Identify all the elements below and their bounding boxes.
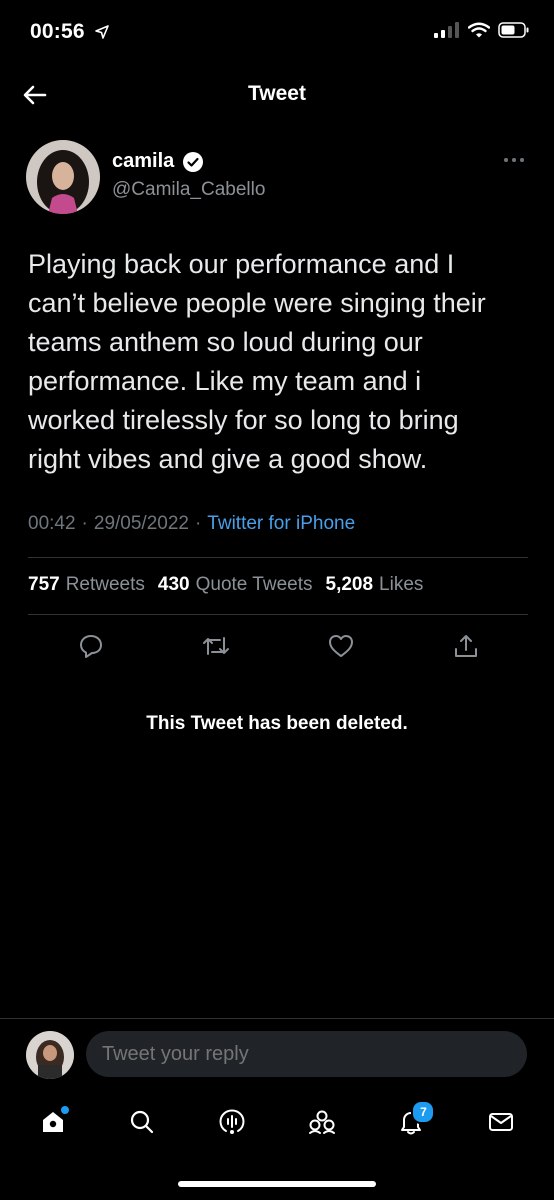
likes-count: 5,208 [325,574,374,595]
search-icon [131,1110,154,1134]
tab-spaces[interactable] [214,1104,250,1140]
author-avatar[interactable] [26,140,100,214]
tweet-source-link[interactable]: Twitter for iPhone [207,513,355,535]
like-icon [328,635,353,657]
likes-label: Likes [379,574,424,595]
reply-icon [79,635,102,658]
like-button[interactable] [326,631,356,661]
status-time-text: 00:56 [30,20,85,43]
share-button[interactable] [451,631,481,661]
communities-icon [308,1110,335,1134]
tweet-meta: 00:42 · 29/05/2022 · Twitter for iPhone [28,513,355,535]
page-title: Tweet [248,82,306,105]
retweets-count: 757 [28,574,60,595]
tweet-time: 00:42 [28,513,76,534]
home-unread-dot [60,1106,69,1114]
tweet-stats: 757 Retweets 430 Quote Tweets 5,208 Likes [28,574,423,596]
author-name[interactable]: camila [112,150,174,173]
divider [28,614,528,615]
user-avatar[interactable] [26,1031,74,1079]
tab-notifications[interactable]: 7 [393,1100,436,1140]
signal-icon [434,22,459,38]
tweet-date: 29/05/2022 [93,513,189,534]
messages-icon [489,1113,514,1131]
tab-messages[interactable] [483,1104,519,1140]
meta-separator: · [194,513,202,534]
retweets-label: Retweets [65,574,145,595]
status-bar-icons [434,22,530,38]
verified-badge-icon [183,151,204,172]
quotes-count: 430 [157,574,190,595]
tab-communities[interactable] [304,1104,340,1140]
quotes-stat[interactable]: 430 Quote Tweets [158,574,313,596]
divider [28,557,528,558]
meta-separator: · [81,513,88,534]
home-indicator [178,1181,376,1187]
tweet-text: Playing back our performance and I can’t… [28,249,486,474]
retweet-icon [202,637,229,655]
battery-icon [498,22,529,38]
bottom-tab-bar: 7 [0,1097,554,1147]
share-icon [454,635,477,657]
quotes-label: Quote Tweets [195,574,313,595]
tweet-actions [28,628,528,664]
retweets-stat[interactable]: 757 Retweets [28,574,145,596]
author-handle[interactable]: @Camila_Cabello [112,179,265,201]
spaces-icon [219,1109,245,1134]
notifications-badge: 7 [411,1100,436,1124]
deleted-tweet-notice: This Tweet has been deleted. [146,713,408,734]
author-name-row[interactable]: camila [112,150,204,173]
reply-input[interactable] [86,1031,527,1077]
more-icon [504,158,524,162]
more-options-button[interactable] [502,152,526,166]
tab-home[interactable] [35,1104,71,1140]
wifi-icon [468,22,490,38]
likes-stat[interactable]: 5,208 Likes [326,574,424,596]
divider [0,1018,554,1019]
retweet-button[interactable] [201,631,231,661]
tab-search[interactable] [124,1104,160,1140]
status-bar-time: 00:56 [30,20,109,44]
reply-button[interactable] [76,631,106,661]
location-arrow-icon [94,25,109,40]
